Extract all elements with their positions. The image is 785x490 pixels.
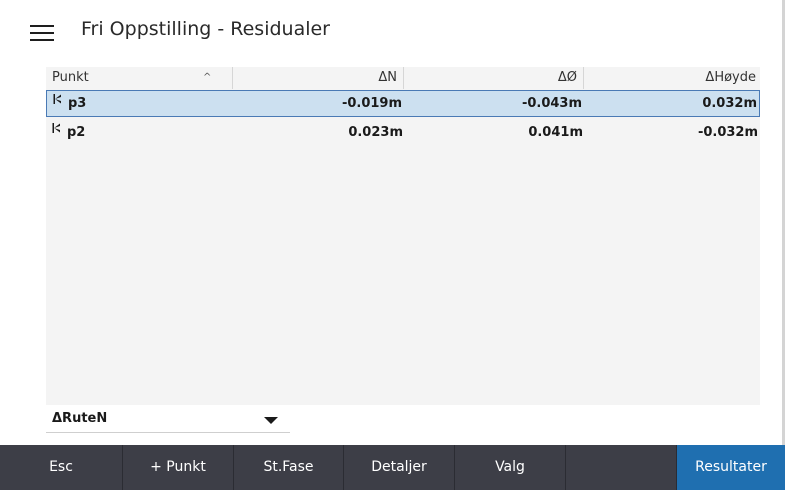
column-header-punkt[interactable]: Punkt ^ — [46, 67, 233, 89]
app-window: Fri Oppstilling - Residualer Punkt ^ ΔN … — [0, 0, 785, 490]
point-flag-icon — [53, 94, 61, 104]
chevron-down-icon — [264, 417, 278, 424]
row-dn-value: 0.023m — [348, 125, 403, 140]
select-value: ΔRuteN — [52, 411, 108, 426]
column-header-dn[interactable]: ΔN — [233, 67, 404, 89]
point-flag-icon — [52, 123, 60, 133]
row-de-value: 0.041m — [528, 125, 583, 140]
column-header-label: Punkt — [52, 70, 89, 85]
table-row[interactable]: p2 0.023m 0.041m -0.032m — [46, 120, 760, 147]
residuals-table: Punkt ^ ΔN ΔØ ΔHøyde p3 -0.019m -0.043m … — [46, 67, 760, 405]
table-row[interactable]: p3 -0.019m -0.043m 0.032m — [46, 90, 760, 117]
column-header-de[interactable]: ΔØ — [404, 67, 584, 89]
hamburger-menu-icon[interactable] — [30, 24, 56, 42]
row-dh-value: 0.032m — [702, 96, 757, 111]
table-header: Punkt ^ ΔN ΔØ ΔHøyde — [46, 67, 760, 89]
station-phase-button[interactable]: St.Fase — [234, 445, 344, 490]
row-point-name: p3 — [68, 96, 87, 111]
residual-type-select[interactable]: ΔRuteN — [46, 406, 290, 433]
details-button[interactable]: Detaljer — [344, 445, 455, 490]
page-title: Fri Oppstilling - Residualer — [81, 18, 330, 40]
row-dn-value: -0.019m — [341, 96, 402, 111]
empty-softkey — [566, 445, 677, 490]
column-header-dh[interactable]: ΔHøyde — [584, 67, 760, 89]
results-button[interactable]: Resultater — [677, 445, 785, 490]
sort-ascending-icon: ^ — [203, 72, 212, 83]
options-button[interactable]: Valg — [455, 445, 566, 490]
add-point-button[interactable]: + Punkt — [123, 445, 234, 490]
row-point-name: p2 — [67, 125, 86, 140]
bottom-toolbar: Esc + Punkt St.Fase Detaljer Valg Result… — [0, 445, 785, 490]
row-dh-value: -0.032m — [697, 125, 758, 140]
row-de-value: -0.043m — [521, 96, 582, 111]
esc-button[interactable]: Esc — [0, 445, 123, 490]
